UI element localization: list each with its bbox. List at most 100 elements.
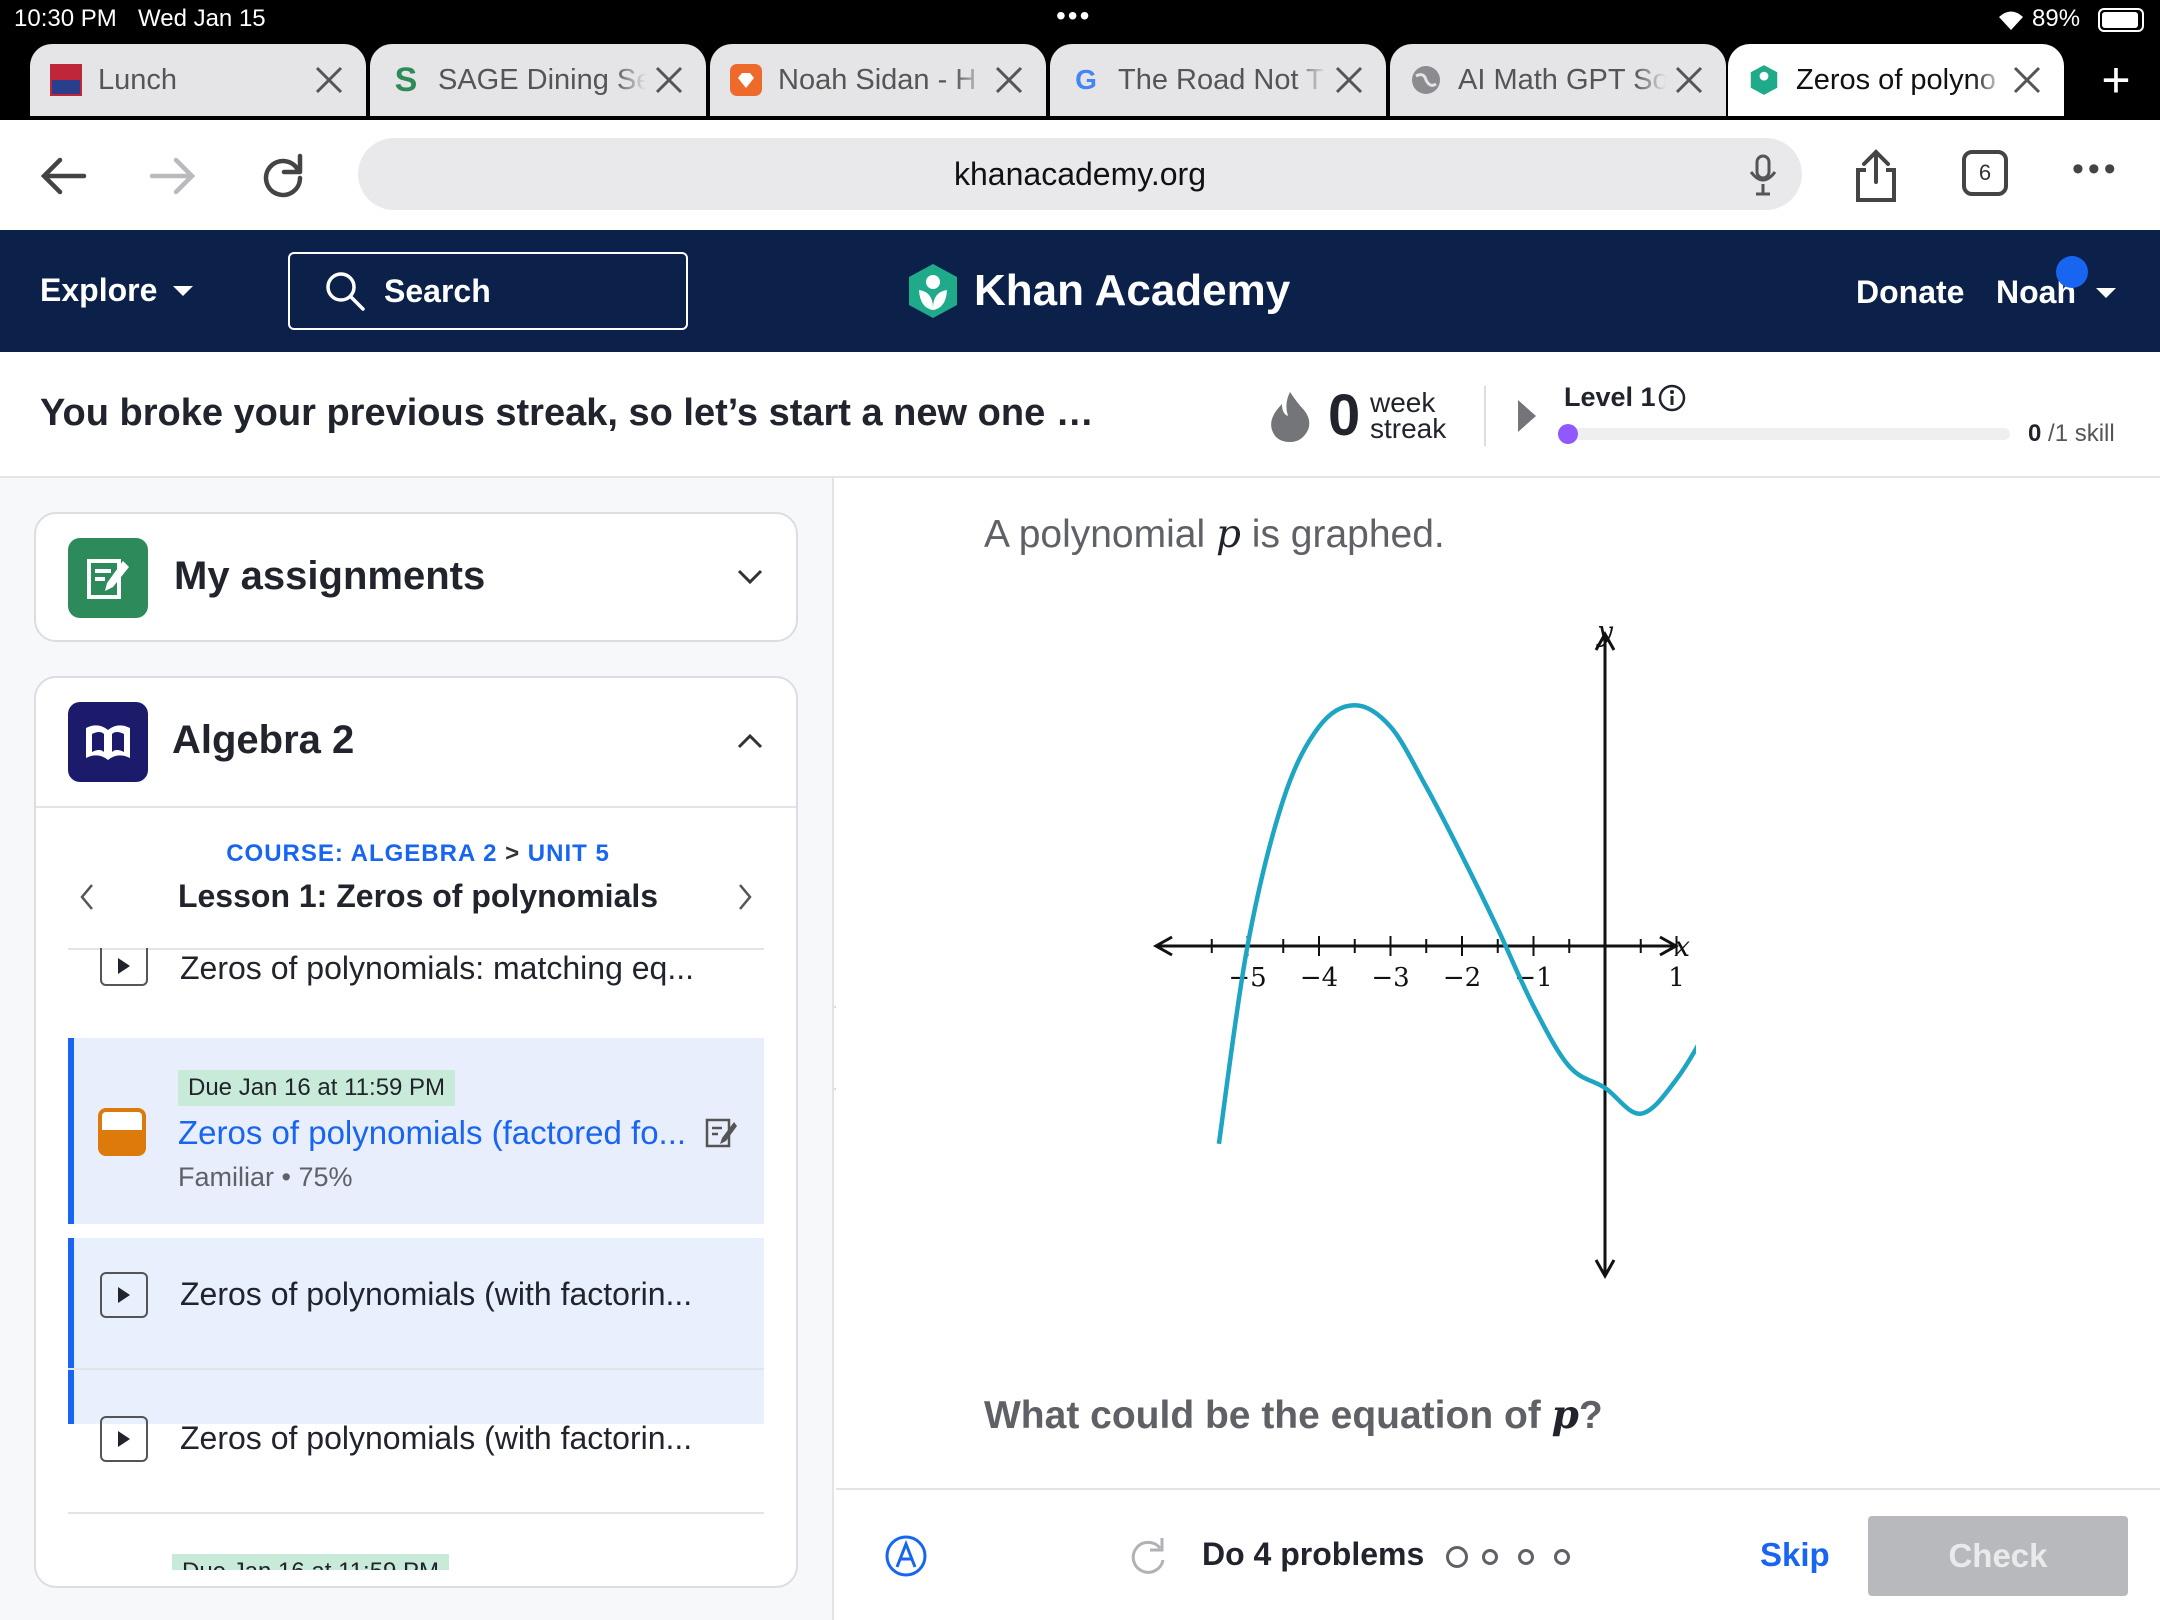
- battery-percent: 89%: [2032, 5, 2081, 32]
- question-prompt: What could be the equation of p?: [984, 1392, 1603, 1438]
- search-input[interactable]: Search: [288, 252, 688, 330]
- breadcrumb-course[interactable]: COURSE: ALGEBRA 2: [226, 840, 497, 867]
- status-time: 10:30 PM: [14, 5, 117, 32]
- play-icon: [100, 1416, 148, 1462]
- khan-leaf-icon: [909, 264, 957, 318]
- question-intro: A polynomial p is graphed.: [984, 512, 1445, 557]
- level-progress-track: [1558, 424, 2010, 444]
- do-problems-label: Do 4 problems: [1202, 1536, 1425, 1572]
- streak-unit: week streak: [1370, 387, 1447, 444]
- address-bar[interactable]: khanacademy.org: [358, 138, 1802, 210]
- microphone-icon[interactable]: [1748, 154, 1778, 196]
- next-lesson-icon[interactable]: [736, 882, 754, 912]
- tab-4[interactable]: G The Road Not T: [1050, 44, 1386, 116]
- list-item-active[interactable]: Due Jan 16 at 11:59 PM Zeros of polynomi…: [68, 1038, 764, 1224]
- tab-5[interactable]: AI Math GPT So: [1390, 44, 1726, 116]
- breadcrumb-unit[interactable]: UNIT 5: [528, 840, 610, 867]
- close-tab-icon[interactable]: [992, 63, 1026, 97]
- tab-3[interactable]: Noah Sidan - H: [710, 44, 1046, 116]
- x-tick-label: −2: [1443, 963, 1481, 993]
- globe-icon: [1410, 64, 1442, 96]
- course-card: Algebra 2 COURSE: ALGEBRA 2 > UNIT 5 Les…: [34, 676, 798, 1588]
- tab-title: SAGE Dining Se: [438, 63, 646, 96]
- level-progress-marker: [1558, 424, 1578, 444]
- logo-text: Khan Academy: [974, 266, 1291, 315]
- list-item-title: Zeros of polynomials (with factorin...: [180, 1420, 693, 1456]
- khan-icon: [1748, 64, 1780, 96]
- calculator-accessibility-icon[interactable]: [884, 1534, 928, 1578]
- share-icon[interactable]: [1852, 148, 1900, 204]
- progress-dot: [1554, 1549, 1570, 1565]
- mastery-familiar-icon: [98, 1108, 146, 1156]
- lesson-title: Lesson 1: Zeros of polynomials: [177, 878, 659, 914]
- close-tab-icon[interactable]: [312, 63, 346, 97]
- skip-button[interactable]: Skip: [1760, 1536, 1830, 1574]
- tab-title: AI Math GPT So: [1458, 63, 1666, 96]
- tab-title: Lunch: [98, 63, 178, 96]
- back-icon[interactable]: [38, 154, 88, 198]
- list-item[interactable]: Zeros of polynomials: matching eq...: [68, 948, 764, 1008]
- new-tab-button[interactable]: +: [2080, 44, 2152, 116]
- tab-title: The Road Not T: [1118, 63, 1324, 96]
- tab-6[interactable]: Zeros of polyno: [1728, 44, 2064, 116]
- list-item[interactable]: Zeros of polynomials (with factorin...: [68, 1370, 764, 1512]
- list-item-partial: Due Jan 16 at 11:59 PM: [172, 1554, 450, 1570]
- streak-banner: You broke your previous streak, so let’s…: [0, 352, 2160, 478]
- my-assignments-card[interactable]: My assignments: [34, 512, 798, 642]
- more-menu-icon[interactable]: •••: [2072, 150, 2120, 189]
- x-tick-label: 1: [1668, 963, 1685, 993]
- list-item[interactable]: Zeros of polynomials (with factorin...: [68, 1224, 764, 1368]
- close-tab-icon[interactable]: [652, 63, 686, 97]
- forward-icon[interactable]: [148, 154, 198, 198]
- list-item-title: Zeros of polynomials (with factorin...: [180, 1276, 693, 1312]
- orange-app-icon: [730, 64, 762, 96]
- battery-icon: [2098, 8, 2144, 32]
- status-date: Wed Jan 15: [138, 5, 266, 32]
- streak-count: 0: [1328, 383, 1361, 448]
- progress-dot: [1446, 1546, 1468, 1568]
- reload-icon[interactable]: [258, 150, 308, 200]
- polynomial-graph: −5−4−3−2−112xyp: [1152, 616, 1696, 1280]
- search-icon: [326, 272, 365, 311]
- progress-dot: [1518, 1549, 1534, 1565]
- problem-progress-dots: [1446, 1546, 1570, 1568]
- x-axis-label: x: [1674, 930, 1690, 963]
- url-text: khanacademy.org: [954, 155, 1206, 192]
- close-tab-icon[interactable]: [1332, 63, 1366, 97]
- check-button[interactable]: Check: [1868, 1516, 2128, 1596]
- level-label: Level 1: [1564, 382, 1656, 412]
- skill-count: 0 /1 skill: [2028, 420, 2115, 447]
- chevron-down-icon: [173, 285, 194, 296]
- google-icon: G: [1075, 64, 1097, 95]
- close-tab-icon[interactable]: [1672, 63, 1706, 97]
- tab-2[interactable]: S SAGE Dining Se: [370, 44, 706, 116]
- close-tab-icon[interactable]: [2010, 63, 2044, 97]
- exercise-panel: A polynomial p is graphed. −5−4−3−2−112x…: [836, 478, 2160, 1620]
- course-sidebar: My assignments Algebra 2 COURSE: ALGEBRA…: [0, 478, 834, 1620]
- status-bar: 10:30 PM Wed Jan 15 ••• 89%: [0, 0, 2160, 40]
- play-icon: [100, 1272, 148, 1318]
- chevron-up-icon[interactable]: [736, 732, 764, 750]
- divider: [1484, 386, 1486, 446]
- exercise-footer: Do 4 problems Skip Check: [836, 1488, 2160, 1620]
- info-icon[interactable]: [1658, 384, 1686, 412]
- due-badge: Due Jan 16 at 11:59 PM: [178, 1070, 456, 1106]
- list-item-title: Zeros of polynomials: matching eq...: [180, 950, 695, 986]
- explore-menu[interactable]: Explore: [40, 272, 195, 309]
- chevron-down-icon: [737, 569, 763, 585]
- x-tick-label: −5: [1228, 963, 1266, 993]
- khan-academy-logo[interactable]: Khan Academy: [906, 262, 1290, 320]
- donate-link[interactable]: Donate: [1856, 274, 1964, 311]
- tab-count-button[interactable]: 6: [1962, 150, 2008, 196]
- multitask-dots-icon[interactable]: •••: [1056, 0, 1091, 32]
- retry-icon: [1131, 1538, 1165, 1574]
- breadcrumb-separator: >: [505, 840, 521, 867]
- tab-title: Zeros of polyno: [1796, 63, 1996, 96]
- series-p-curve: [1216, 702, 1696, 1145]
- due-badge: Due Jan 16 at 11:59 PM: [172, 1554, 450, 1570]
- tab-1[interactable]: Lunch: [30, 44, 366, 116]
- divider: [36, 806, 796, 808]
- divider: [68, 1512, 764, 1514]
- breadcrumb: COURSE: ALGEBRA 2 > UNIT 5: [36, 840, 796, 868]
- explore-label: Explore: [40, 272, 158, 308]
